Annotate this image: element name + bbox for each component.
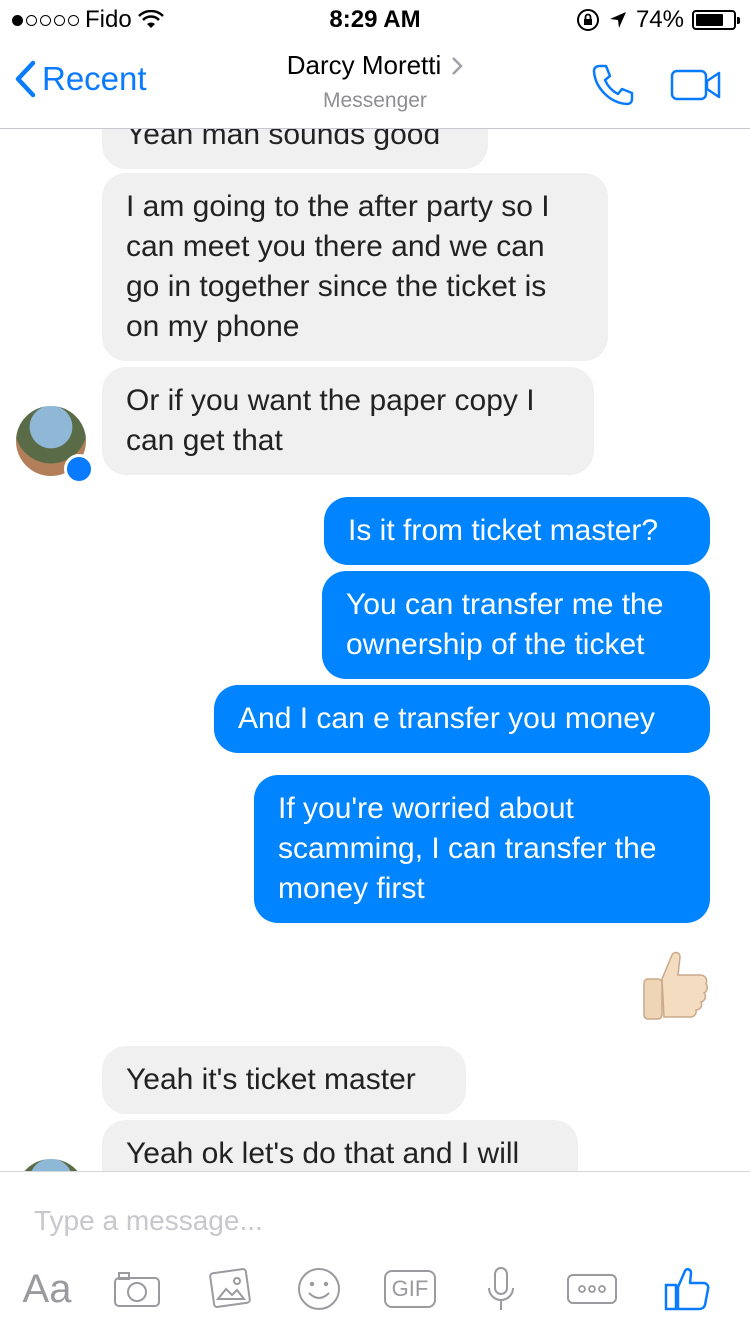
text-format-button[interactable]: Aa	[20, 1264, 74, 1314]
messenger-badge-icon	[64, 454, 94, 484]
message-bubble[interactable]: Yeah ok let's do that and I will	[102, 1120, 578, 1171]
message-bubble[interactable]: Or if you want the paper copy I can get …	[102, 367, 594, 475]
message-thread[interactable]: Yeah man sounds good I am going to the a…	[0, 129, 750, 1171]
message-line: can meet you there and we can	[126, 230, 545, 263]
message-bubble[interactable]: Yeah it's ticket master	[102, 1046, 466, 1114]
battery-level	[696, 14, 723, 26]
message-line: scamming, I can transfer the	[278, 832, 657, 865]
video-call-icon[interactable]	[670, 68, 722, 102]
thumbs-up-outline-icon	[664, 1268, 710, 1311]
location-arrow-icon	[609, 12, 626, 28]
battery-icon	[692, 10, 740, 30]
message-composer: Aa GIF	[0, 1171, 750, 1335]
sticker-button[interactable]	[296, 1264, 342, 1314]
camera-button[interactable]	[112, 1264, 162, 1314]
camera-icon	[114, 1272, 160, 1307]
message-line: You can transfer me the	[346, 588, 664, 621]
chevron-right-icon	[452, 56, 464, 75]
message-line: go in together since the ticket is	[126, 270, 547, 303]
message-line: money first	[278, 872, 425, 905]
contact-name: Darcy Moretti	[286, 50, 442, 80]
gif-label: GIF	[383, 1270, 437, 1308]
smiley-icon	[298, 1268, 340, 1310]
message-line: can get that	[126, 424, 283, 457]
message-line: on my phone	[126, 310, 300, 343]
conversation-header: Recent Darcy Moretti Messenger	[0, 40, 750, 129]
microphone-icon	[488, 1267, 514, 1310]
contact-avatar[interactable]	[16, 1159, 86, 1171]
message-line: Or if you want the paper copy I	[126, 384, 535, 417]
phone-call-icon[interactable]	[590, 62, 636, 108]
status-right: 74%	[576, 6, 740, 34]
message-input[interactable]	[32, 1200, 716, 1242]
status-bar: Fido 8:29 AM 74%	[0, 0, 750, 40]
thumbs-up-icon[interactable]	[638, 949, 710, 1025]
message-line: ownership of the ticket	[346, 628, 645, 661]
message-line: I am going to the after party so I	[126, 190, 550, 223]
composer-toolbar: Aa GIF	[0, 1264, 750, 1324]
more-icon	[567, 1274, 617, 1304]
gallery-button[interactable]	[204, 1264, 254, 1314]
gif-button[interactable]: GIF	[382, 1264, 438, 1314]
like-button[interactable]	[662, 1264, 712, 1314]
message-bubble[interactable]: Is it from ticket master?	[324, 497, 710, 565]
contact-avatar[interactable]	[16, 406, 94, 484]
message-bubble[interactable]: If you're worried about scamming, I can …	[254, 775, 710, 923]
message-bubble[interactable]: Yeah man sounds good	[102, 129, 488, 169]
more-options-button[interactable]	[566, 1264, 618, 1314]
message-line: If you're worried about	[278, 792, 574, 825]
rotation-lock-icon	[576, 9, 599, 31]
message-bubble[interactable]: And I can e transfer you money	[214, 685, 710, 753]
photo-gallery-icon	[209, 1268, 251, 1308]
message-bubble[interactable]: You can transfer me the ownership of the…	[322, 571, 710, 679]
voice-button[interactable]	[484, 1264, 518, 1314]
message-bubble[interactable]: I am going to the after party so I can m…	[102, 173, 608, 361]
battery-percent: 74%	[635, 6, 684, 33]
